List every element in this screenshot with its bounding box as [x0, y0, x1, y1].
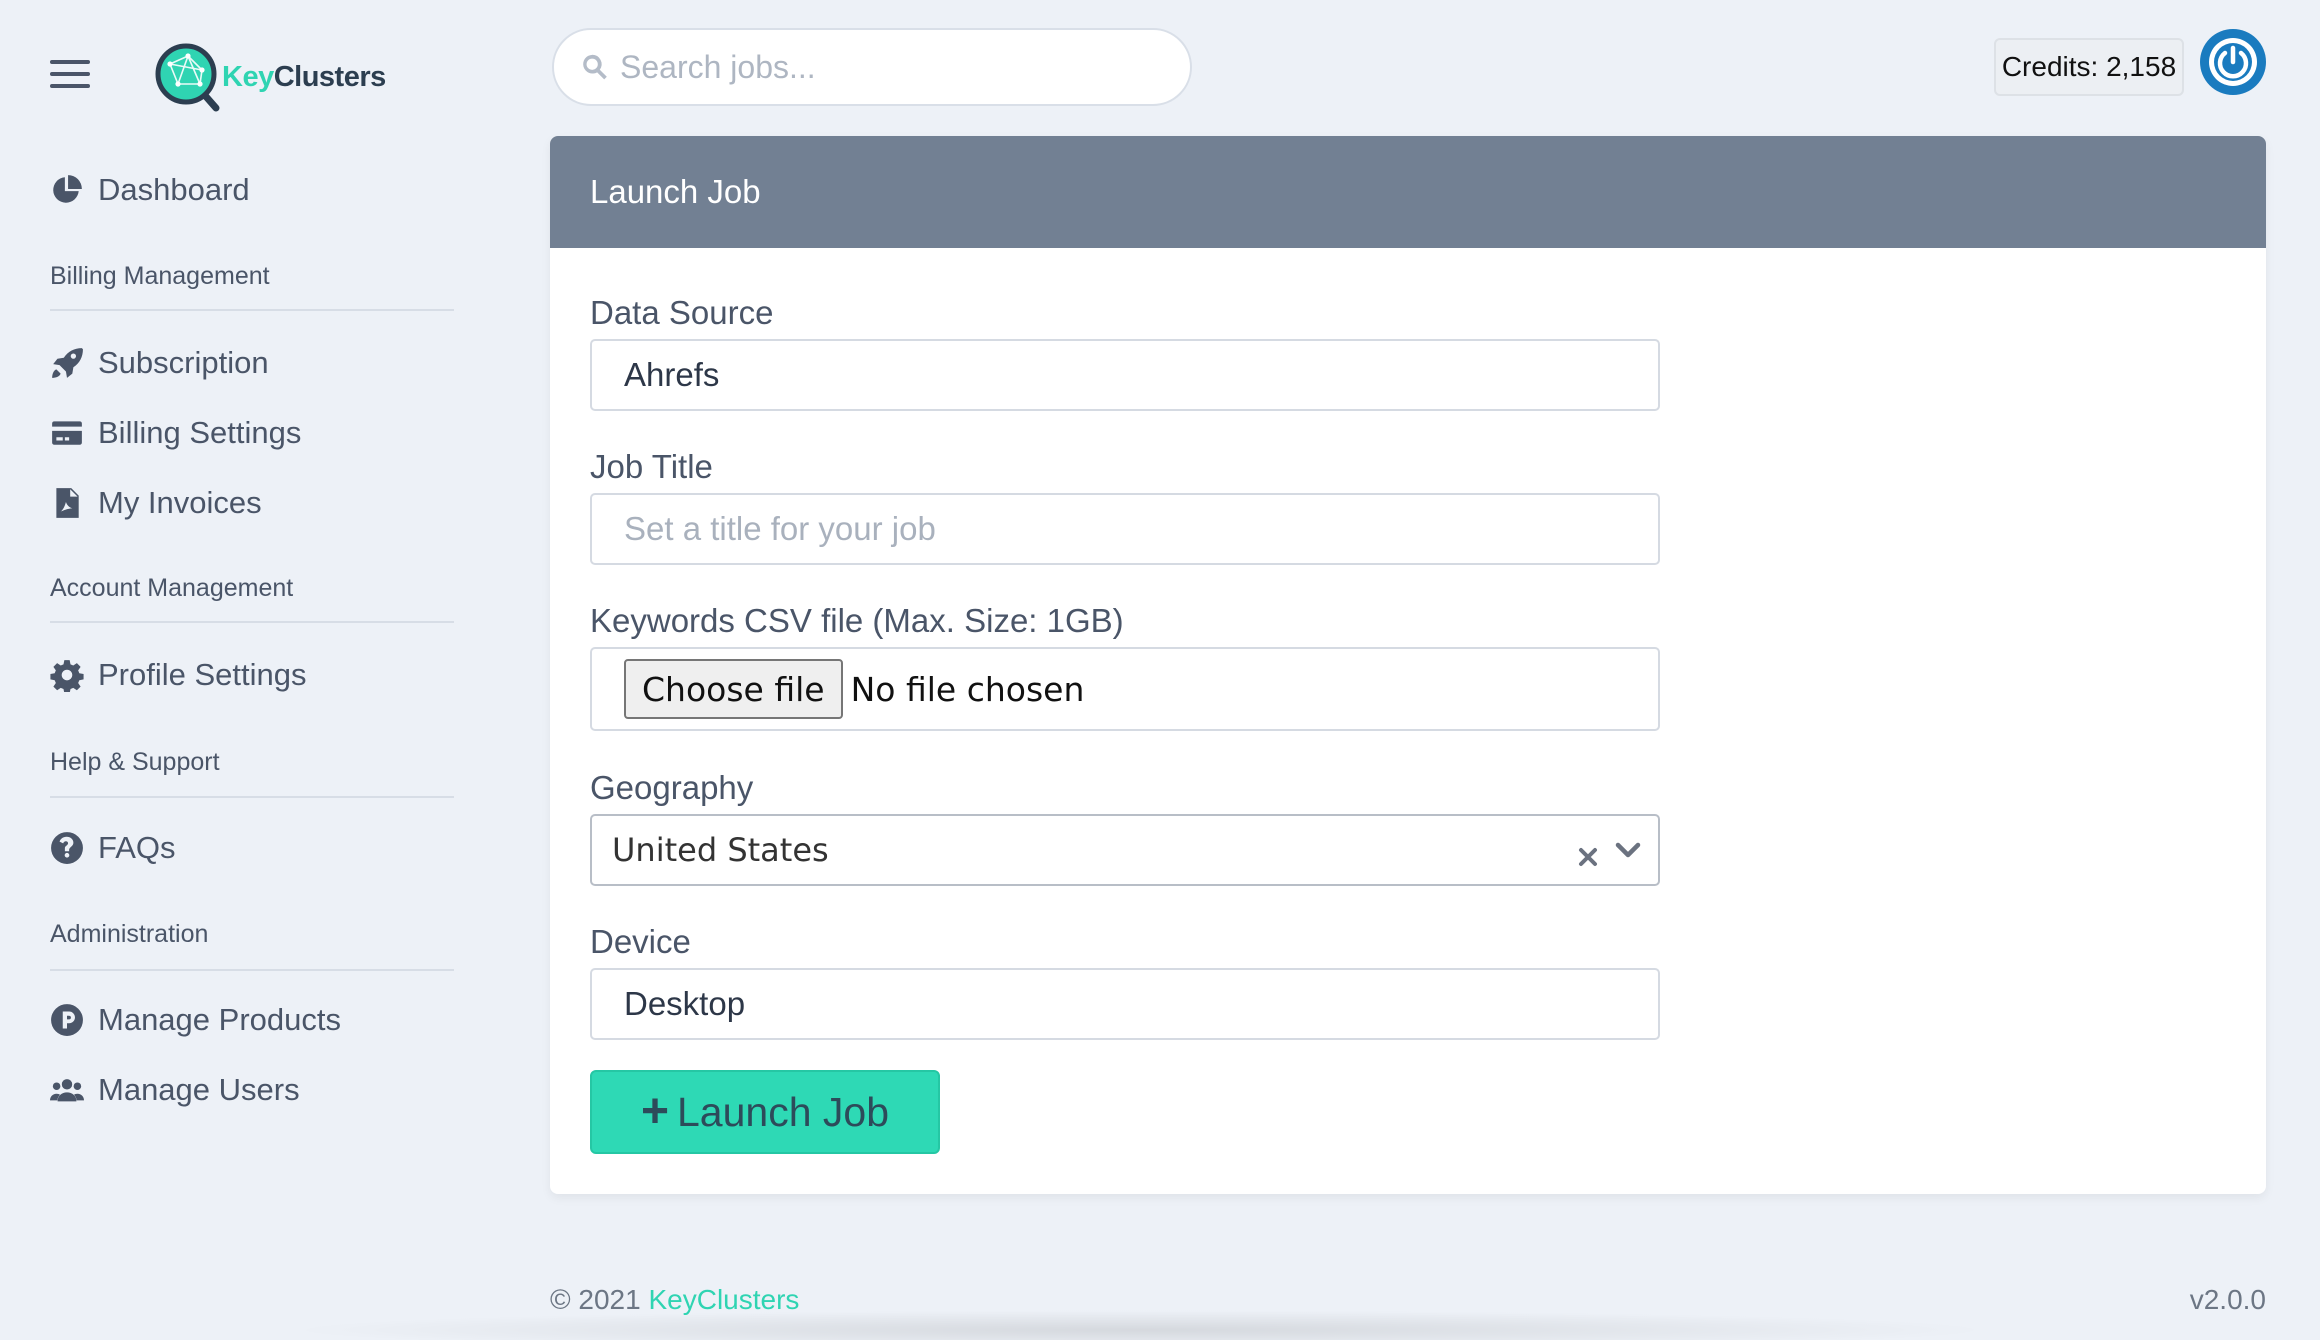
logo-mark-icon [155, 43, 220, 112]
sidebar-item-label: Billing Settings [98, 415, 302, 450]
sidebar-item-manage-users[interactable]: Manage Users [50, 1068, 300, 1112]
sidebar-item-faqs[interactable]: FAQs [50, 826, 176, 870]
power-icon [2209, 38, 2257, 86]
section-label-billing: Billing Management [50, 262, 270, 290]
job-title-input[interactable] [624, 510, 1658, 548]
launch-job-card: Launch Job Data Source Ahrefs Job Title … [550, 136, 2266, 1194]
question-circle-icon [50, 831, 84, 865]
sidebar-item-label: Manage Products [98, 1002, 341, 1037]
footer-version: v2.0.0 [2189, 1284, 2266, 1315]
product-p-icon [50, 1003, 84, 1037]
sidebar-item-billing-settings[interactable]: Billing Settings [50, 411, 301, 455]
rocket-icon [50, 346, 84, 380]
geography-label: Geography [590, 769, 754, 806]
device-field[interactable]: Desktop [590, 968, 1660, 1040]
gear-icon [50, 658, 84, 692]
clear-icon[interactable] [1576, 838, 1600, 866]
sidebar-item-manage-products[interactable]: Manage Products [50, 998, 341, 1042]
geography-select[interactable]: United States [590, 814, 1660, 886]
pie-chart-icon [50, 173, 84, 207]
data-source-value: Ahrefs [624, 356, 720, 393]
data-source-field[interactable]: Ahrefs [590, 339, 1660, 411]
hamburger-menu-icon[interactable] [50, 60, 90, 88]
job-title-field [590, 493, 1660, 565]
sidebar-item-label: Subscription [98, 345, 269, 380]
sidebar-item-subscription[interactable]: Subscription [50, 341, 269, 385]
sidebar-item-my-invoices[interactable]: My Invoices [50, 481, 262, 525]
sidebar-item-label: Profile Settings [98, 657, 307, 692]
section-label-account: Account Management [50, 574, 294, 602]
data-source-label: Data Source [590, 294, 774, 331]
sidebar: KeyClusters Dashboard Billing Management… [0, 0, 500, 1340]
section-label-administration: Administration [50, 920, 209, 948]
search-input[interactable] [620, 48, 1140, 86]
file-status: No file chosen [850, 669, 1085, 709]
sidebar-item-profile-settings[interactable]: Profile Settings [50, 653, 307, 697]
power-button[interactable] [2200, 29, 2266, 95]
credit-card-icon [50, 416, 84, 450]
footer-copyright: © 2021 KeyClusters [550, 1284, 799, 1316]
search-icon [580, 52, 610, 82]
chevron-down-icon[interactable] [1614, 836, 1642, 864]
logo-text: KeyClusters [222, 60, 386, 93]
keywords-csv-field: Choose file No file chosen [590, 647, 1660, 731]
section-divider [50, 309, 454, 311]
footer-brand-link[interactable]: KeyClusters [648, 1284, 799, 1315]
search-bar[interactable] [552, 28, 1192, 106]
sidebar-item-label: My Invoices [98, 485, 262, 520]
section-divider [50, 796, 454, 798]
section-label-help: Help & Support [50, 748, 220, 776]
choose-file-button[interactable]: Choose file [624, 659, 843, 719]
section-divider [50, 969, 454, 971]
footer-shadow [280, 1310, 2000, 1340]
job-title-label: Job Title [590, 448, 713, 485]
credits-badge: Credits: 2,158 [1994, 38, 2184, 96]
device-label: Device [590, 923, 691, 960]
users-icon [50, 1073, 84, 1107]
sidebar-item-label: Manage Users [98, 1072, 300, 1107]
sidebar-item-label: FAQs [98, 830, 176, 865]
device-value: Desktop [624, 985, 746, 1022]
launch-job-button[interactable]: + Launch Job [590, 1070, 940, 1154]
section-divider [50, 621, 454, 623]
logo[interactable]: KeyClusters [150, 40, 386, 114]
copyright-text: © 2021 [550, 1284, 641, 1315]
keywords-csv-label: Keywords CSV file (Max. Size: 1GB) [590, 602, 1124, 639]
sidebar-item-dashboard[interactable]: Dashboard [50, 168, 250, 212]
card-header: Launch Job [550, 136, 2266, 248]
sidebar-item-label: Dashboard [98, 172, 250, 207]
card-title: Launch Job [590, 173, 761, 210]
launch-job-button-label: Launch Job [677, 1088, 890, 1135]
geography-value: United States [612, 831, 829, 869]
plus-icon: + [640, 1085, 669, 1138]
pdf-file-icon [50, 486, 84, 520]
